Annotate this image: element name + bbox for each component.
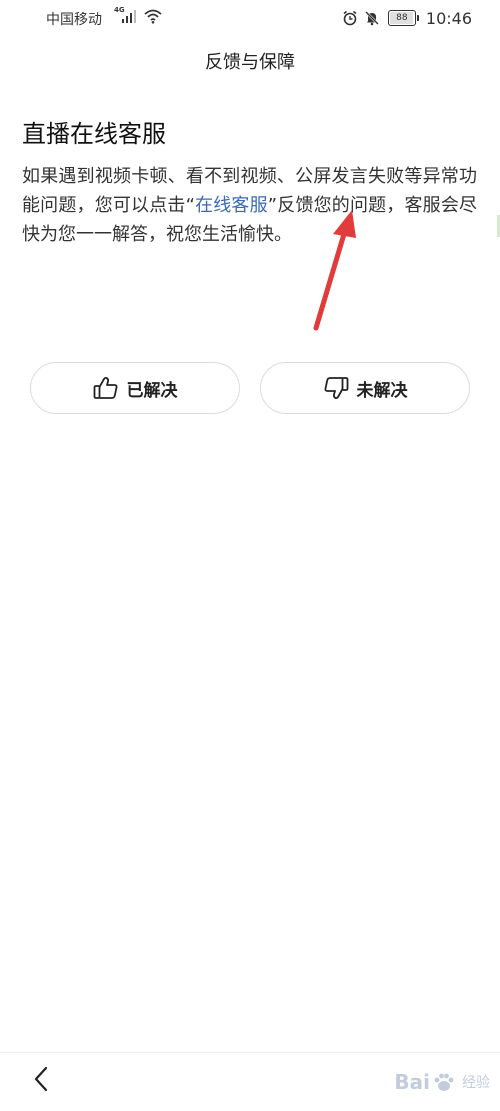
status-time: 10:46 [425,8,472,28]
battery-icon: 88 [387,10,419,26]
unresolved-label: 未解决 [356,380,408,401]
page-title: 反馈与保障 [205,52,295,73]
unresolved-button[interactable]: 未解决 [260,362,470,414]
carrier-name: 中国移动 [46,12,102,28]
online-service-link[interactable]: 在线客服 [195,195,268,216]
watermark-brand: Bai [394,1070,430,1094]
chevron-left-icon [32,1065,50,1097]
article-title: 直播在线客服 [22,120,166,148]
bottom-divider [0,1052,500,1053]
feedback-buttons: 已解决 未解决 [30,362,471,416]
alarm-icon [342,10,358,26]
thumbs-down-icon [323,376,349,400]
article-body: 如果遇到视频卡顿、看不到视频、公屏发言失败等异常功能问题，您可以点击“在线客服”… [22,162,477,249]
battery-level: 88 [396,13,408,23]
resolved-label: 已解决 [126,380,178,401]
paw-icon [432,1070,456,1094]
mute-icon [364,10,380,26]
network-type: 4G [114,6,125,14]
signal-icon: 4G [114,6,138,24]
thumbs-up-icon [93,376,119,400]
back-button[interactable] [26,1064,56,1098]
status-bar: 中国移动 4G 88 10:46 [0,0,500,36]
wifi-icon [143,8,163,24]
watermark-tail: 经验 [462,1075,490,1091]
baidu-watermark: Bai 经验 [394,1062,490,1102]
resolved-button[interactable]: 已解决 [30,362,240,414]
